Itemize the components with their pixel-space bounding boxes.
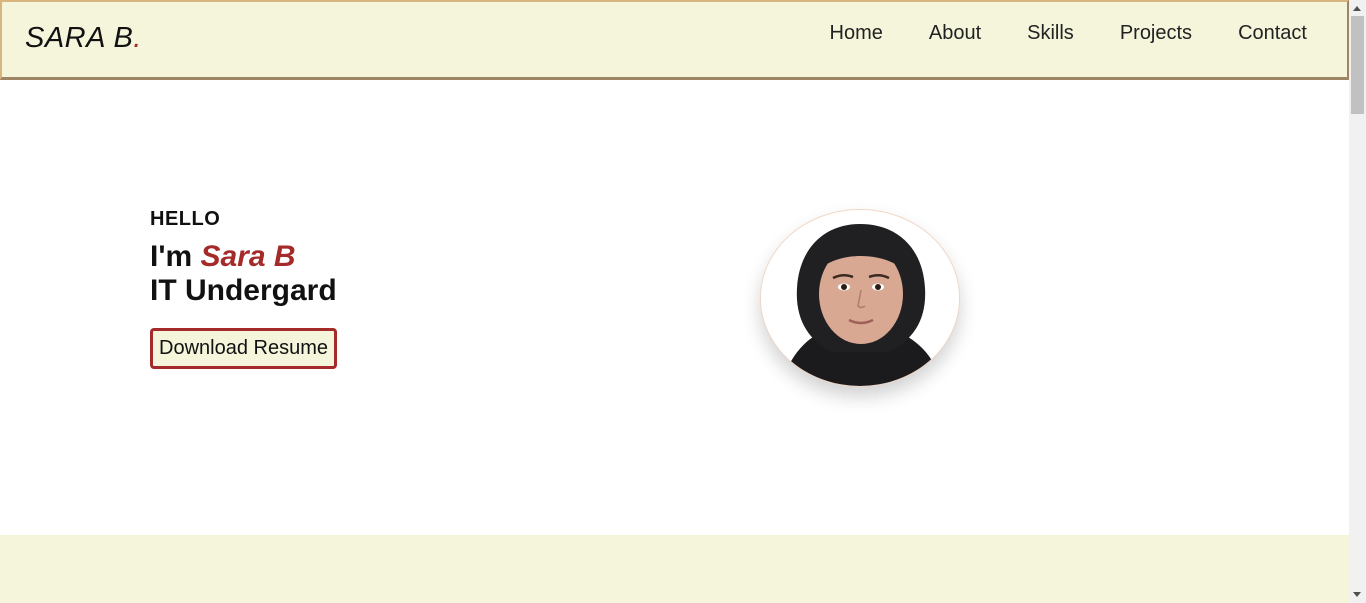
nav-projects-link[interactable]: Projects (1120, 22, 1192, 45)
scroll-down-arrow-icon[interactable] (1353, 592, 1361, 597)
nav-home-link[interactable]: Home (830, 22, 883, 45)
download-resume-button[interactable]: Download Resume (150, 328, 337, 369)
hero-greeting: HELLO (150, 208, 221, 230)
page-scrollbar[interactable] (1349, 0, 1366, 603)
hero-text: HELLO I'm Sara B IT Undergard Download R… (150, 208, 337, 369)
hero-role: IT Undergard (150, 274, 337, 307)
scroll-up-arrow-icon[interactable] (1353, 6, 1361, 11)
hero-name: Sara B (200, 240, 296, 273)
logo-dot: . (133, 22, 142, 54)
navbar: SARA B. Home About Skills Projects Conta… (0, 0, 1349, 80)
nav-contact-link[interactable]: Contact (1238, 22, 1307, 45)
nav-links: Home About Skills Projects Contact (784, 22, 1307, 45)
site-logo[interactable]: SARA B. (25, 22, 142, 55)
scroll-thumb[interactable] (1351, 16, 1364, 114)
logo-text: SARA B (25, 22, 134, 54)
profile-photo-icon (761, 210, 959, 386)
nav-skills-link[interactable]: Skills (1027, 22, 1074, 45)
hero-intro-prefix: I'm (150, 240, 201, 273)
page: SARA B. Home About Skills Projects Conta… (0, 0, 1349, 603)
nav-about-link[interactable]: About (929, 22, 981, 45)
profile-photo (760, 209, 960, 387)
hero-intro: I'm Sara B (150, 240, 337, 274)
next-section-band (0, 535, 1349, 603)
